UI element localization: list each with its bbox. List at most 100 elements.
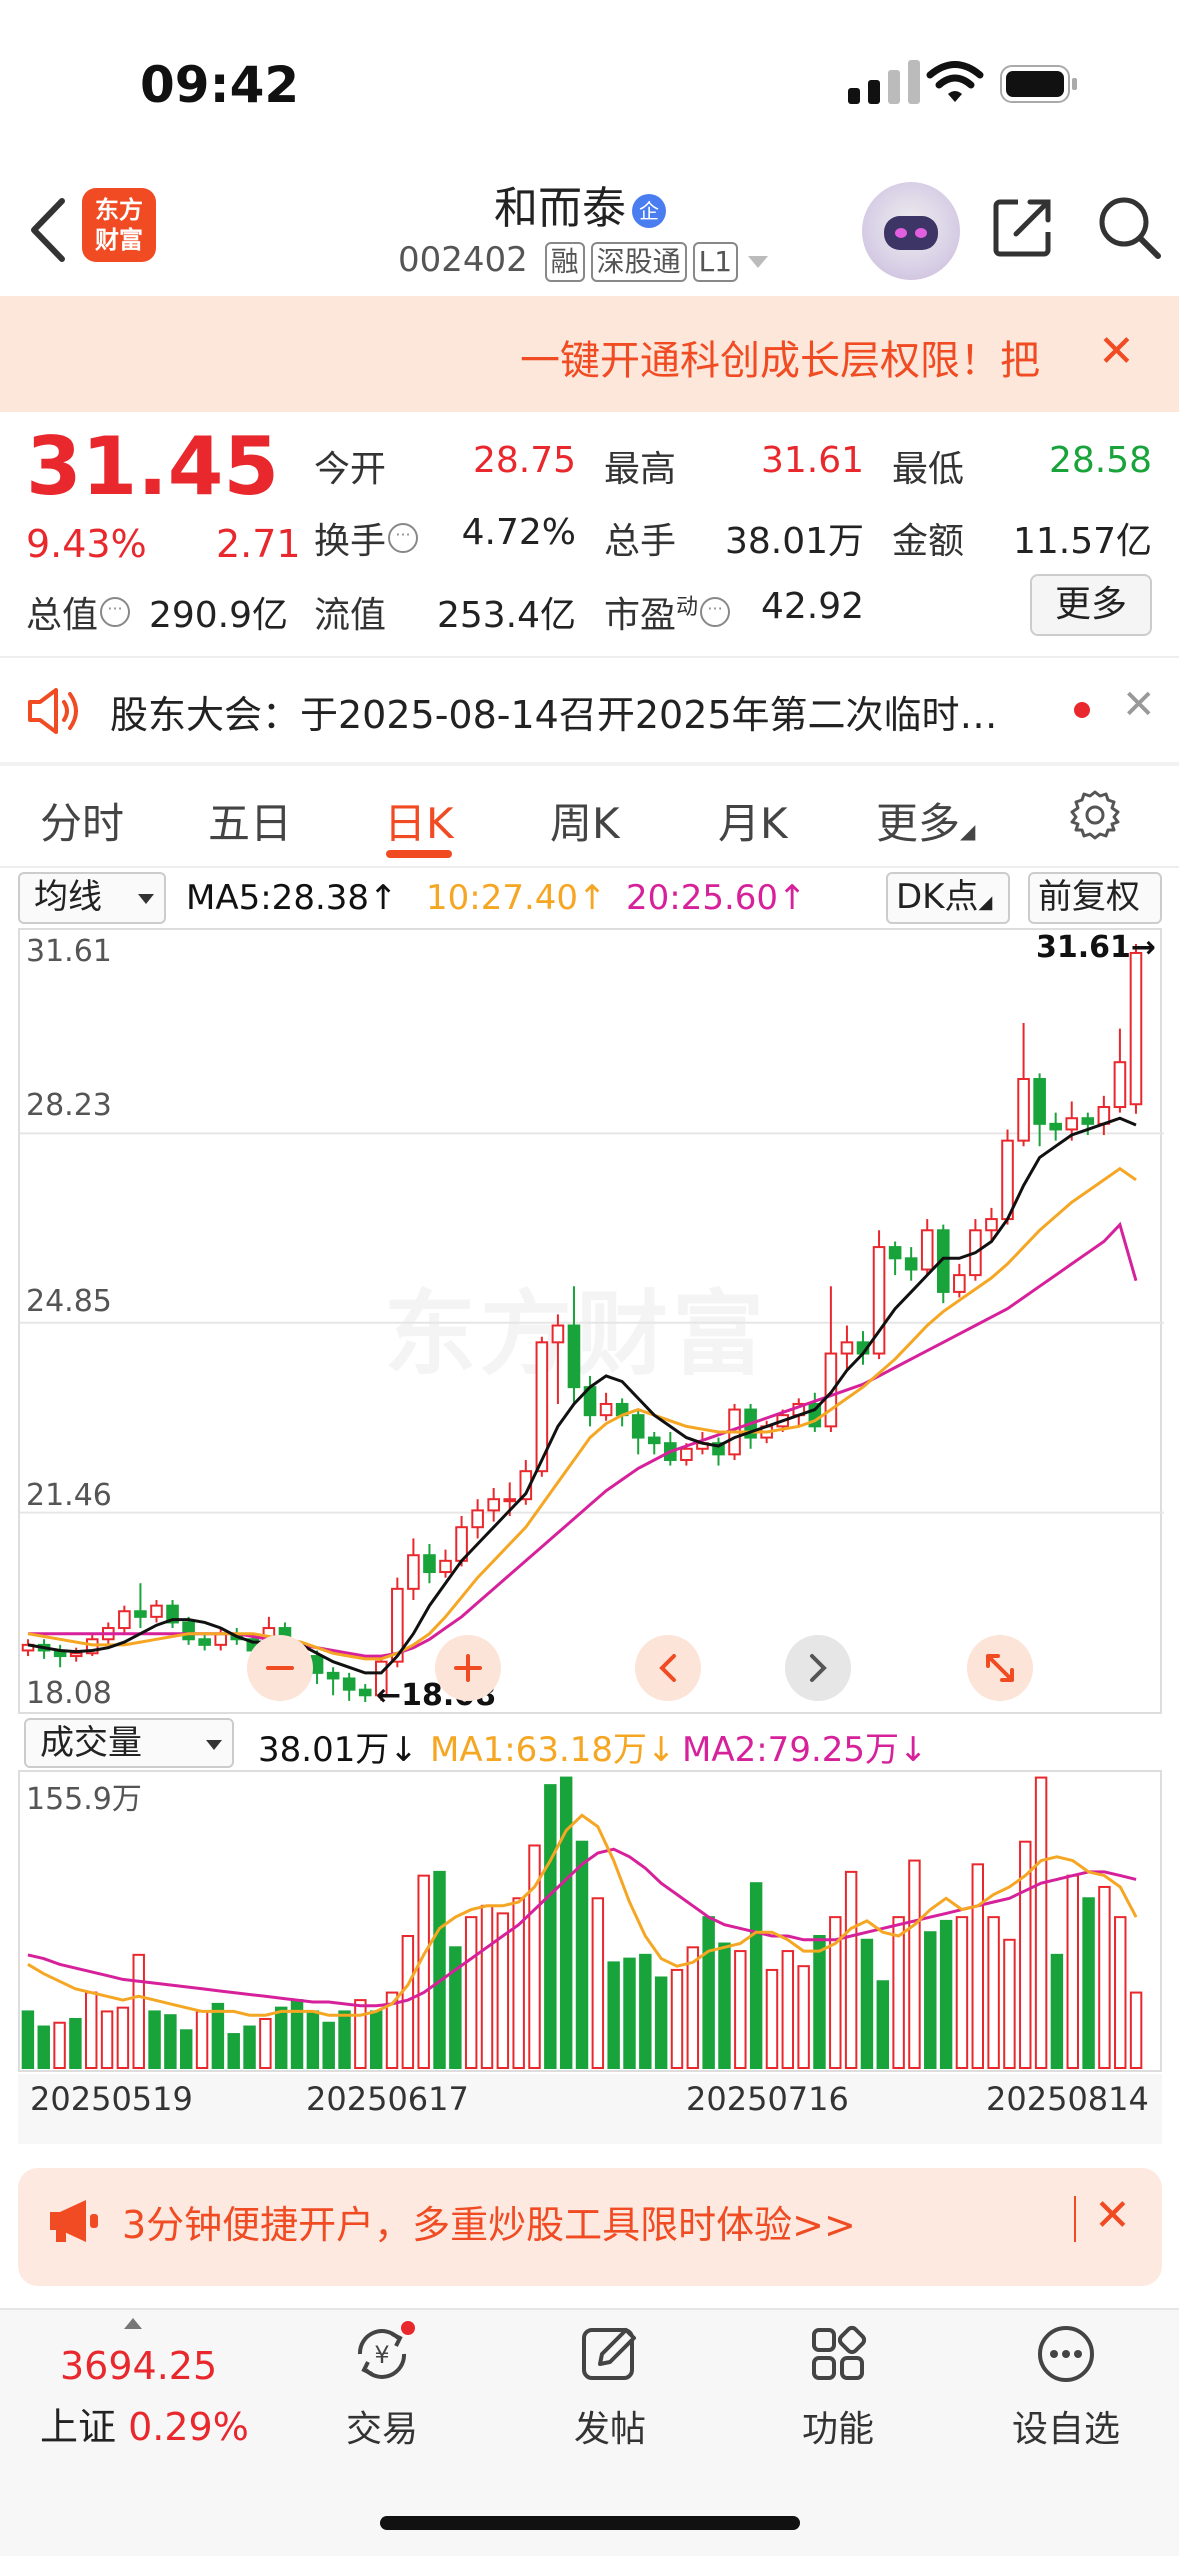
volume-bar-down [749,1882,763,2069]
candle-up [150,1600,163,1623]
volume-ma1: MA1:63.18万↓ [430,1730,676,1770]
zoom-out-button[interactable] [246,1634,314,1702]
stat-value-turnover: 4.72% [461,512,576,553]
dk-point-select[interactable]: DK点◢ [886,872,1010,924]
candle-body [423,1554,436,1574]
candle-down [358,1684,372,1702]
tab-monthly-k[interactable]: 月K [718,790,788,851]
volume-indicator-select[interactable]: 成交量 [24,1718,234,1768]
market-cap-label-text: 总值 [26,595,99,636]
volume-chart[interactable]: 155.9万 [18,1770,1162,2072]
candle-body [599,1402,613,1417]
ma5-line [27,1116,1137,1675]
nav-trade[interactable]: ¥ 交易 [302,2320,462,2452]
index-expand-caret-icon[interactable] [124,2318,142,2329]
zoom-in-button[interactable] [434,1634,502,1702]
search-icon[interactable] [1096,194,1162,260]
ma10-value: 10:27.40↑ [426,878,607,918]
chart-prev-button[interactable] [634,1634,702,1702]
y-axis-label-min: 18.08 [26,1676,112,1711]
indicator-select[interactable]: 均线 [18,872,166,924]
index-name-line[interactable]: 上证 0.29% [40,2396,249,2451]
stock-code-line[interactable]: 002402 融深股通 L1 [398,240,769,282]
volume-bar-up [195,2010,209,2070]
fullscreen-icon[interactable] [966,1634,1034,1702]
nav-post-label: 发帖 [573,2409,646,2450]
change-percent: 9.43% [26,522,147,566]
info-dots-icon[interactable]: ··· [100,597,131,627]
index-value[interactable]: 3694.25 [60,2344,217,2388]
volume-bar-down [243,2025,256,2070]
promo-text[interactable]: 3分钟便捷开户，多重炒股工具限时体验>> [122,2194,856,2249]
dk-point-label: DK点 [896,877,979,917]
candle-up [21,1639,35,1657]
stat-value-volume: 38.01万 [724,521,864,562]
notice-close-button[interactable]: ✕ [1122,682,1156,728]
stat-value-pe: 42.92 [760,586,864,627]
share-icon[interactable] [992,196,1054,258]
volume-bar-down [274,2006,288,2069]
stock-title[interactable]: 和而泰企 [440,172,720,236]
kline-chart[interactable]: 东方财富 31.61 28.23 24.85 21.46 18.08 31.61… [18,928,1164,1714]
volume-bar-down [559,1776,573,2069]
change-amount: 2.71 [216,522,301,566]
candle-body [567,1324,581,1389]
tab-weekly-k[interactable]: 周K [550,790,620,851]
tab-intraday[interactable]: 分时 [40,790,124,851]
volume-bar-down [306,2010,320,2070]
tab-daily-k[interactable]: 日K [384,790,454,851]
banner-close-button[interactable]: ✕ [1098,326,1135,377]
back-icon[interactable] [26,195,70,265]
index-percent: 0.29% [128,2405,249,2449]
trade-icon: ¥ [357,2321,415,2379]
nav-post[interactable]: 发帖 [530,2320,690,2452]
more-stats-button[interactable]: 更多 [1030,574,1152,636]
volume-bar-down [702,1916,715,2069]
promo-close-button[interactable]: ✕ [1094,2190,1131,2241]
gear-icon[interactable] [1068,788,1122,842]
volume-bar-up [892,1916,905,2069]
nav-add-watchlist[interactable]: 设自选 [986,2320,1146,2452]
price-adjust-select[interactable]: 前复权 [1028,872,1162,924]
stat-value-low: 28.58 [1048,440,1152,481]
candle-down [134,1583,147,1629]
unread-dot [1074,702,1090,718]
nav-functions-label: 功能 [801,2409,874,2450]
stat-label-float-cap: 流值 [314,595,387,636]
candle-down [1033,1073,1046,1147]
eastmoney-logo[interactable]: 东方 财富 [82,188,156,262]
candle-body [342,1677,356,1691]
candle-body [118,1610,131,1630]
volume-bar-up [734,1950,747,2070]
candle-down [166,1600,179,1629]
volume-bar-down [544,1784,557,2069]
volume-bar-down [164,2014,177,2069]
kline-svg [20,944,1164,1702]
info-dots-icon[interactable]: ··· [388,523,419,553]
candle-body [1017,1078,1030,1142]
candle-up [407,1538,420,1601]
banner-text[interactable]: 一键开通科创成长层权限！把 [520,328,1040,386]
shareholder-meeting-notice[interactable]: 股东大会：于2025-08-14召开2025年第二次临时… [110,684,998,739]
info-dots-icon[interactable]: ··· [700,597,731,627]
volume-bar-down [607,1961,620,2069]
candle-up [487,1487,500,1522]
nav-functions[interactable]: 功能 [758,2320,918,2452]
candle-body [631,1414,645,1439]
candle-up [118,1605,131,1634]
candle-body [1001,1139,1014,1221]
tab-five-day[interactable]: 五日 [208,790,292,851]
candle-body [1049,1122,1062,1131]
assistant-robot-icon[interactable] [862,182,960,280]
high-price-marker: 31.61→ [1036,930,1157,965]
candle-down [1049,1112,1062,1141]
corner-caret-icon: ◢ [960,819,976,843]
candle-down [904,1247,918,1281]
candle-body [471,1509,484,1529]
chart-next-button[interactable] [784,1634,852,1702]
tab-more[interactable]: 更多◢ [876,790,975,851]
candle-body [503,1498,517,1503]
volume-bar-down [1082,1897,1095,2069]
stat-label-market-cap: 总值 ··· [26,586,131,638]
volume-bar-down [575,1840,589,2069]
